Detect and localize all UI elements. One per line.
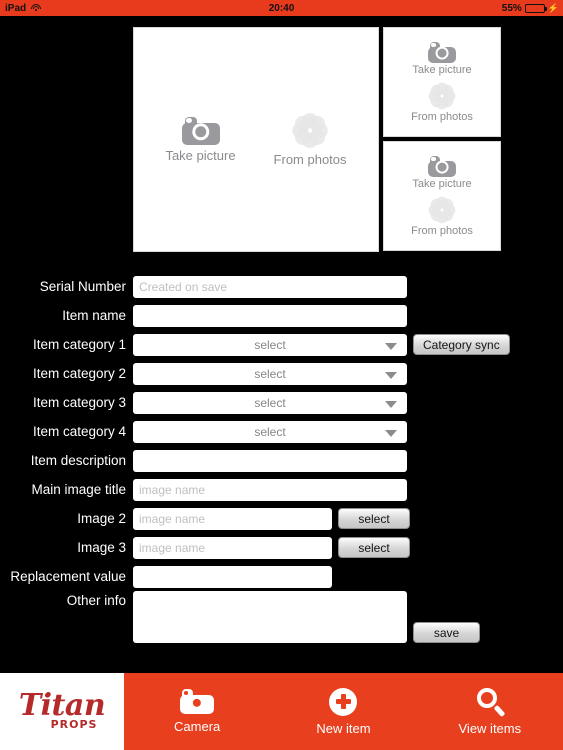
- item-category-3-value: select: [254, 395, 286, 410]
- chevron-down-icon: [385, 371, 397, 379]
- tab-camera-label: Camera: [174, 719, 221, 734]
- main-image-title-input[interactable]: image name: [133, 478, 407, 501]
- battery-percent-label: 55%: [501, 2, 522, 14]
- category-sync-button[interactable]: Category sync: [413, 334, 510, 355]
- item-form: Serial Number Created on save Item name …: [0, 272, 563, 647]
- item-category-2-value: select: [254, 366, 286, 381]
- row-item-category-1: Item category 1 select Category sync: [0, 330, 563, 359]
- image-pane-3[interactable]: Take picture From photos: [383, 141, 501, 251]
- item-category-3-label: Item category 3: [32, 395, 126, 410]
- item-category-1-select[interactable]: select: [133, 333, 407, 356]
- image-picker-row: Take picture From photos Take picture Fr…: [133, 27, 501, 252]
- save-button[interactable]: save: [413, 622, 480, 643]
- ipad-app-screen: iPad 20:40 55% ⚡ Take picture From photo…: [0, 0, 563, 750]
- item-category-2-select[interactable]: select: [133, 362, 407, 385]
- item-description-label: Item description: [30, 453, 126, 468]
- row-serial-number: Serial Number Created on save: [0, 272, 563, 301]
- main-take-picture-label: Take picture: [165, 147, 236, 163]
- row-image-2: Image 2 image name select: [0, 504, 563, 533]
- status-bar: iPad 20:40 55% ⚡: [0, 0, 563, 16]
- other-info-textarea[interactable]: [133, 591, 407, 643]
- image-3-select-button[interactable]: select: [338, 537, 410, 558]
- item-category-2-label: Item category 2: [32, 366, 126, 381]
- tab-new-item-label: New item: [316, 720, 371, 736]
- item-description-input[interactable]: [133, 449, 407, 472]
- image-2-input[interactable]: image name: [133, 507, 332, 530]
- app-logo: Titan PROPS: [0, 673, 124, 750]
- pane2-from-photos-option[interactable]: From photos: [411, 82, 473, 123]
- row-item-category-2: Item category 2 select: [0, 359, 563, 388]
- main-take-picture-option[interactable]: Take picture: [165, 116, 236, 163]
- pane2-take-picture-label: Take picture: [412, 63, 472, 76]
- magnifier-icon: [476, 687, 506, 717]
- serial-number-placeholder: Created on save: [139, 279, 228, 294]
- item-category-3-select[interactable]: select: [133, 391, 407, 414]
- save-button-wrap: save: [407, 591, 480, 643]
- row-item-category-3: Item category 3 select: [0, 388, 563, 417]
- chevron-down-icon: [385, 400, 397, 408]
- pane3-take-picture-option[interactable]: Take picture: [412, 155, 472, 190]
- serial-number-label: Serial Number: [39, 279, 126, 294]
- pane2-take-picture-option[interactable]: Take picture: [412, 41, 472, 76]
- tab-list: Camera New item View items: [124, 673, 563, 750]
- item-category-1-value: select: [254, 337, 286, 352]
- item-category-4-value: select: [254, 424, 286, 439]
- replacement-value-input[interactable]: [133, 565, 332, 588]
- pane3-take-picture-label: Take picture: [412, 177, 472, 190]
- battery-icon: [524, 3, 547, 13]
- chevron-down-icon: [385, 342, 397, 350]
- logo-subtitle: PROPS: [50, 718, 98, 731]
- chevron-down-icon: [385, 429, 397, 437]
- tab-camera[interactable]: Camera: [124, 673, 270, 750]
- pane2-from-photos-label: From photos: [411, 110, 473, 123]
- image-2-placeholder: image name: [139, 511, 206, 526]
- item-category-4-select[interactable]: select: [133, 420, 407, 443]
- tab-view-items-label: View items: [458, 720, 522, 736]
- row-replacement-value: Replacement value: [0, 562, 563, 591]
- image-3-label: Image 3: [77, 540, 126, 555]
- logo-title: Titan: [18, 688, 106, 723]
- status-bar-right: 55% ⚡: [502, 3, 559, 14]
- serial-number-input[interactable]: Created on save: [133, 275, 407, 298]
- image-3-input[interactable]: image name: [133, 536, 332, 559]
- other-info-label: Other info: [66, 593, 126, 608]
- item-category-4-label: Item category 4: [32, 424, 126, 439]
- plus-circle-icon: [329, 687, 358, 716]
- secondary-image-panes: Take picture From photos Take picture Fr…: [383, 27, 501, 252]
- tab-view-items[interactable]: View items: [417, 673, 563, 750]
- camera-icon: [180, 689, 215, 714]
- image-pane-2[interactable]: Take picture From photos: [383, 27, 501, 137]
- row-item-name: Item name: [0, 301, 563, 330]
- camera-icon: [181, 116, 220, 145]
- image-3-placeholder: image name: [139, 540, 206, 555]
- item-name-input[interactable]: [133, 304, 407, 327]
- row-item-description: Item description: [0, 446, 563, 475]
- image-2-select-button[interactable]: select: [338, 508, 410, 529]
- image-2-label: Image 2: [77, 511, 126, 526]
- main-image-pane[interactable]: Take picture From photos: [133, 27, 379, 252]
- row-image-3: Image 3 image name select: [0, 533, 563, 562]
- item-name-label: Item name: [62, 308, 126, 323]
- main-from-photos-label: From photos: [273, 151, 347, 167]
- tab-new-item[interactable]: New item: [270, 673, 416, 750]
- pane3-from-photos-label: From photos: [411, 224, 473, 237]
- flower-photos-icon: [428, 82, 456, 110]
- item-category-1-label: Item category 1: [32, 337, 126, 352]
- flower-photos-icon: [292, 112, 328, 149]
- row-main-image-title: Main image title image name: [0, 475, 563, 504]
- camera-icon: [428, 41, 456, 63]
- replacement-value-label: Replacement value: [10, 569, 126, 584]
- row-other-info: Other info save: [0, 591, 563, 647]
- lightning-bolt-icon: ⚡: [547, 2, 559, 13]
- pane3-from-photos-option[interactable]: From photos: [411, 196, 473, 237]
- flower-photos-icon: [428, 196, 456, 224]
- main-from-photos-option[interactable]: From photos: [273, 112, 347, 167]
- row-item-category-4: Item category 4 select: [0, 417, 563, 446]
- main-image-title-label: Main image title: [31, 482, 126, 497]
- status-bar-clock: 20:40: [268, 2, 295, 14]
- camera-icon: [428, 155, 456, 177]
- bottom-tab-bar: Titan PROPS Camera New item View items: [0, 673, 563, 750]
- main-image-title-placeholder: image name: [139, 482, 206, 497]
